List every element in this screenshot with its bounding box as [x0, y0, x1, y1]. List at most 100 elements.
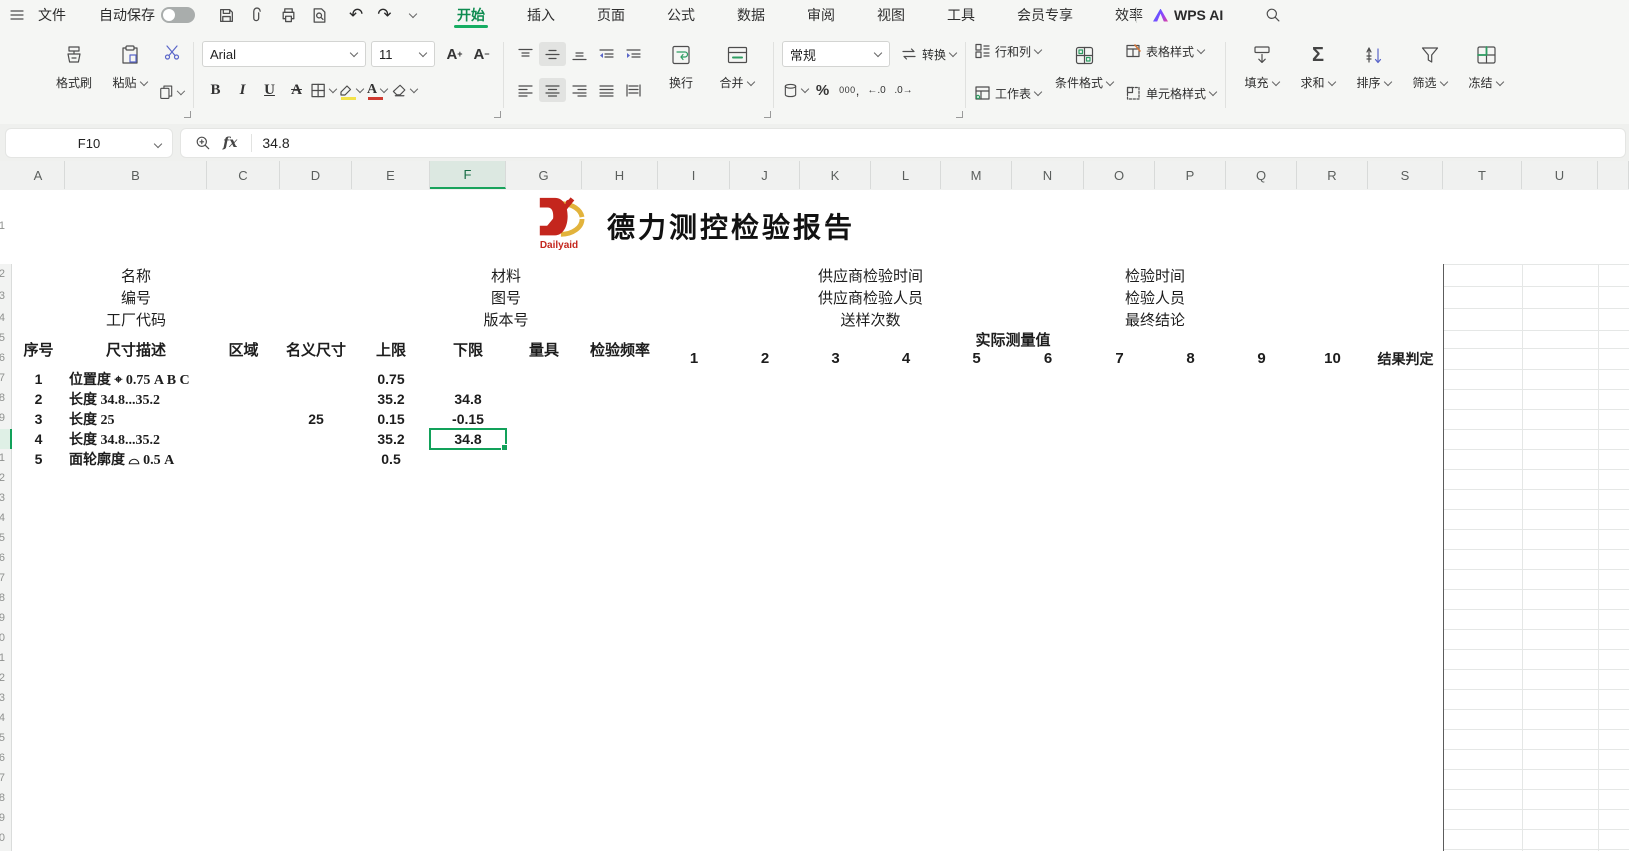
- cell-I13[interactable]: [658, 489, 731, 510]
- cell-Q29[interactable]: [1226, 809, 1298, 830]
- decrease-font-button[interactable]: A−: [468, 42, 495, 66]
- cell-F26[interactable]: [430, 749, 507, 770]
- search-icon[interactable]: [1265, 7, 1281, 23]
- cell-D12[interactable]: [280, 469, 353, 490]
- row-header-3[interactable]: 3: [0, 290, 5, 304]
- cell-K10[interactable]: [800, 429, 872, 450]
- autosave-toggle[interactable]: [161, 7, 195, 23]
- cell-Q21[interactable]: [1226, 649, 1298, 670]
- table-header-C[interactable]: 区域: [207, 330, 281, 370]
- cell-A22[interactable]: [12, 669, 66, 690]
- cell-H25[interactable]: [582, 729, 659, 750]
- cell-S29[interactable]: [1368, 809, 1444, 830]
- cell-D24[interactable]: [280, 709, 353, 730]
- undo-icon[interactable]: ↶: [349, 5, 363, 25]
- row-header-27[interactable]: 27: [0, 772, 5, 786]
- cell-I20[interactable]: [658, 629, 731, 650]
- cell-R28[interactable]: [1297, 789, 1369, 810]
- cell-C24[interactable]: [207, 709, 281, 730]
- cell-E12[interactable]: [352, 469, 431, 490]
- cell-I10[interactable]: [658, 429, 731, 450]
- cell-S17[interactable]: [1368, 569, 1444, 590]
- cell-S14[interactable]: [1368, 509, 1444, 530]
- cell-G7[interactable]: [506, 369, 583, 390]
- cell-C13[interactable]: [207, 489, 281, 510]
- cell-O15[interactable]: [1084, 529, 1156, 550]
- font-size-select[interactable]: 11: [371, 41, 435, 67]
- cell-O30[interactable]: [1084, 829, 1156, 850]
- cell-N29[interactable]: [1012, 809, 1085, 830]
- cell-E22[interactable]: [352, 669, 431, 690]
- cell-C9[interactable]: [207, 409, 281, 430]
- cell-Q15[interactable]: [1226, 529, 1298, 550]
- cell-R19[interactable]: [1297, 609, 1369, 630]
- cell-K13[interactable]: [800, 489, 872, 510]
- row-header-7[interactable]: 7: [0, 372, 5, 386]
- cell-F19[interactable]: [430, 609, 507, 630]
- info-cell-blank[interactable]: [12, 264, 66, 287]
- cell-S30[interactable]: [1368, 829, 1444, 850]
- cell-A16[interactable]: [12, 549, 66, 570]
- cell-C27[interactable]: [207, 769, 281, 790]
- column-header-N[interactable]: N: [1012, 161, 1084, 189]
- cell-D17[interactable]: [280, 569, 353, 590]
- cell-H26[interactable]: [582, 749, 659, 770]
- cell-P28[interactable]: [1155, 789, 1227, 810]
- cell-S16[interactable]: [1368, 549, 1444, 570]
- cell-Q28[interactable]: [1226, 789, 1298, 810]
- cell-L15[interactable]: [871, 529, 942, 550]
- cell-F23[interactable]: [430, 689, 507, 710]
- table-header-E[interactable]: 上限: [352, 330, 431, 370]
- decrease-indent-button[interactable]: [593, 42, 620, 66]
- cell-C23[interactable]: [207, 689, 281, 710]
- cell-A29[interactable]: [12, 809, 66, 830]
- borders-button[interactable]: [310, 78, 337, 102]
- cell-B10[interactable]: 长度 34.8...35.2: [65, 429, 208, 450]
- cell-E23[interactable]: [352, 689, 431, 710]
- cell-Q7[interactable]: [1226, 369, 1298, 390]
- cell-Q13[interactable]: [1226, 489, 1298, 510]
- row-header-18[interactable]: 18: [0, 592, 5, 606]
- cell-A18[interactable]: [12, 589, 66, 610]
- cell-F20[interactable]: [430, 629, 507, 650]
- copy-button[interactable]: [158, 80, 185, 104]
- cell-A25[interactable]: [12, 729, 66, 750]
- cell-O26[interactable]: [1084, 749, 1156, 770]
- cell-F16[interactable]: [430, 549, 507, 570]
- cell-P13[interactable]: [1155, 489, 1227, 510]
- cell-B7[interactable]: 位置度 ⌖ 0.75 A B C: [65, 369, 208, 390]
- cell-I16[interactable]: [658, 549, 731, 570]
- cell-G21[interactable]: [506, 649, 583, 670]
- cell-C12[interactable]: [207, 469, 281, 490]
- cell-F27[interactable]: [430, 769, 507, 790]
- cell-B19[interactable]: [65, 609, 208, 630]
- cell-S8[interactable]: [1368, 389, 1444, 410]
- wps-ai-button[interactable]: WPS AI: [1153, 7, 1223, 23]
- cell-I25[interactable]: [658, 729, 731, 750]
- cell-L17[interactable]: [871, 569, 942, 590]
- cell-N19[interactable]: [1012, 609, 1085, 630]
- cell-N24[interactable]: [1012, 709, 1085, 730]
- cell-F17[interactable]: [430, 569, 507, 590]
- paste-button[interactable]: 粘贴: [102, 38, 158, 93]
- number-format-select[interactable]: 常规: [782, 41, 890, 67]
- export-icon[interactable]: [249, 7, 266, 24]
- cell-S12[interactable]: [1368, 469, 1444, 490]
- cell-M25[interactable]: [941, 729, 1013, 750]
- result-header-blank[interactable]: [1368, 330, 1444, 349]
- cell-I17[interactable]: [658, 569, 731, 590]
- cell-F8[interactable]: 34.8: [430, 389, 507, 410]
- cell-L27[interactable]: [871, 769, 942, 790]
- info-cell-right1_label[interactable]: 供应商检验人员: [800, 286, 942, 309]
- cell-G10[interactable]: [506, 429, 583, 450]
- cell-I8[interactable]: [658, 389, 731, 410]
- row-header-1[interactable]: 1: [0, 220, 5, 234]
- cell-B22[interactable]: [65, 669, 208, 690]
- cell-P22[interactable]: [1155, 669, 1227, 690]
- align-bottom-button[interactable]: [566, 42, 593, 66]
- info-cell-blank[interactable]: [582, 308, 659, 331]
- cell-H9[interactable]: [582, 409, 659, 430]
- cell-N22[interactable]: [1012, 669, 1085, 690]
- cell-J27[interactable]: [730, 769, 801, 790]
- cell-R22[interactable]: [1297, 669, 1369, 690]
